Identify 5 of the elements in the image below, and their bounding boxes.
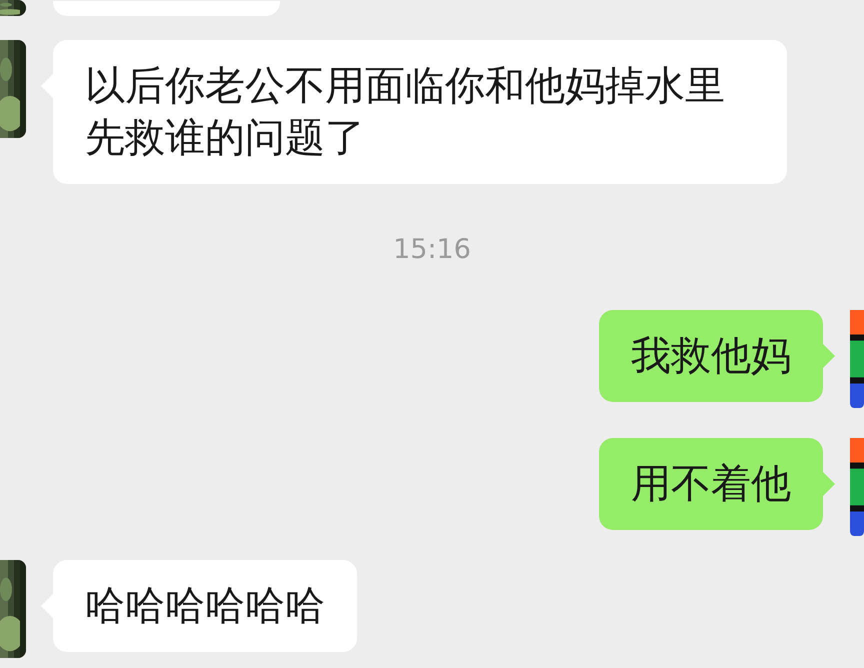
bubble-tail	[823, 344, 835, 368]
timestamp: 15:16	[393, 234, 471, 265]
avatar-icon[interactable]	[850, 438, 864, 536]
avatar-icon[interactable]	[850, 310, 864, 408]
bubble-tail	[823, 472, 835, 496]
